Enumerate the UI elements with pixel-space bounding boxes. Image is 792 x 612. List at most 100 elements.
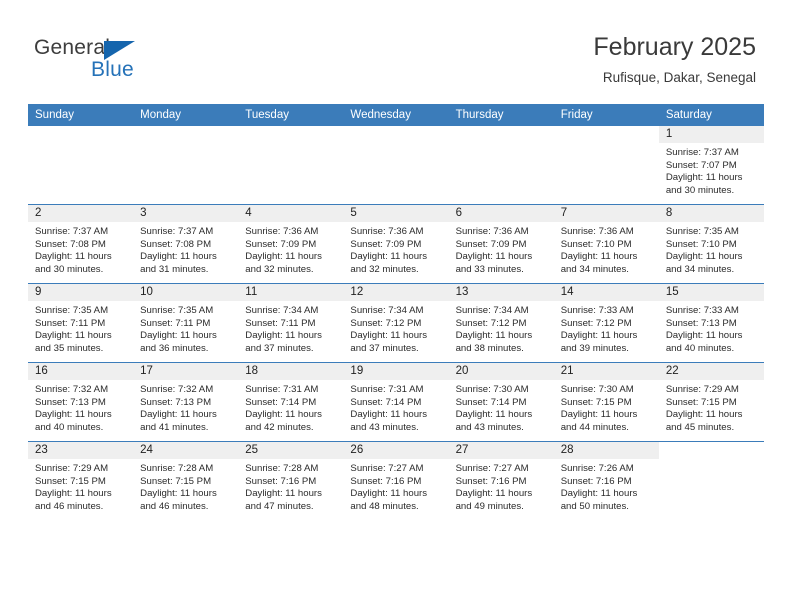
calendar-day-cell[interactable]: 12 Sunrise: 7:34 AM Sunset: 7:12 PM Dayligh…: [343, 283, 449, 363]
daylight-duration-line1: Daylight: 11 hours: [140, 409, 217, 421]
daylight-duration-line2: and 32 minutes.: [245, 263, 314, 275]
sunset-time: Sunset: 7:13 PM: [665, 317, 737, 329]
day-details: Sunrise: 7:31 AM Sunset: 7:14 PM Daylight:…: [238, 380, 343, 434]
calendar-day-cell[interactable]: 4 Sunrise: 7:36 AM Sunset: 7:09 PM Daylight…: [238, 204, 344, 284]
daylight-duration-line2: and 46 minutes.: [35, 500, 104, 512]
daylight-duration-line1: Daylight: 11 hours: [35, 251, 112, 263]
day-details: Sunrise: 7:34 AM Sunset: 7:11 PM Daylight:…: [238, 301, 343, 355]
daylight-duration-line2: and 47 minutes.: [245, 500, 314, 512]
calendar-header-row: Sunday Monday Tuesday Wednesday Thursday…: [28, 104, 764, 126]
calendar-day-cell[interactable]: 7 Sunrise: 7:36 AM Sunset: 7:10 PM Daylight…: [553, 204, 659, 284]
sunrise-time: Sunrise: 7:35 AM: [35, 305, 109, 316]
calendar-day-cell[interactable]: 9 Sunrise: 7:35 AM Sunset: 7:11 PM Daylight…: [28, 283, 134, 363]
calendar-day-cell[interactable]: 15 Sunrise: 7:33 AM Sunset: 7:13 PM Dayligh…: [658, 283, 764, 363]
day-number: 19: [343, 363, 449, 380]
sunrise-time: Sunrise: 7:35 AM: [665, 226, 739, 237]
day-number: 26: [343, 442, 449, 459]
sunrise-time: Sunrise: 7:34 AM: [245, 305, 319, 316]
calendar-day-cell[interactable]: 26 Sunrise: 7:27 AM Sunset: 7:16 PM Dayligh…: [343, 441, 449, 520]
sunset-time: Sunset: 7:14 PM: [350, 396, 422, 408]
daylight-duration-line1: Daylight: 11 hours: [350, 251, 428, 263]
calendar-day-cell[interactable]: 19 Sunrise: 7:31 AM Sunset: 7:14 PM Dayligh…: [343, 362, 449, 442]
day-details: Sunrise: 7:37 AM Sunset: 7:08 PM Daylight:…: [28, 222, 133, 276]
day-details: Sunrise: 7:28 AM Sunset: 7:16 PM Daylight:…: [238, 459, 343, 513]
daylight-duration-line1: Daylight: 11 hours: [455, 488, 533, 500]
day-details: Sunrise: 7:30 AM Sunset: 7:14 PM Daylight:…: [449, 380, 554, 434]
calendar-day-cell[interactable]: 21 Sunrise: 7:30 AM Sunset: 7:15 PM Dayligh…: [553, 362, 659, 442]
sunset-time: Sunset: 7:09 PM: [245, 238, 317, 250]
sunset-time: Sunset: 7:08 PM: [140, 238, 212, 250]
calendar-week-row: 9 Sunrise: 7:35 AM Sunset: 7:11 PM Daylight…: [28, 283, 764, 363]
day-number: [238, 126, 344, 143]
daylight-duration-line1: Daylight: 11 hours: [35, 330, 112, 342]
calendar-day-cell[interactable]: 28 Sunrise: 7:26 AM Sunset: 7:16 PM Dayligh…: [553, 441, 659, 520]
calendar-day-cell[interactable]: 11 Sunrise: 7:34 AM Sunset: 7:11 PM Dayligh…: [238, 283, 344, 363]
daylight-duration-line2: and 37 minutes.: [350, 342, 419, 354]
calendar-day-cell[interactable]: 10 Sunrise: 7:35 AM Sunset: 7:11 PM Dayligh…: [133, 283, 239, 363]
calendar-day-cell[interactable]: 17 Sunrise: 7:32 AM Sunset: 7:13 PM Dayligh…: [133, 362, 239, 442]
calendar-day-cell[interactable]: 1 Sunrise: 7:37 AM Sunset: 7:07 PM Daylight…: [658, 126, 764, 205]
sunrise-time: Sunrise: 7:35 AM: [140, 305, 214, 316]
weekday-header-friday: Friday: [553, 104, 659, 126]
general-blue-logo[interactable]: General Blue: [34, 36, 264, 92]
daylight-duration-line2: and 46 minutes.: [140, 500, 209, 512]
weekday-header-sunday: Sunday: [28, 104, 134, 126]
day-details: Sunrise: 7:27 AM Sunset: 7:16 PM Daylight:…: [449, 459, 554, 513]
sunset-time: Sunset: 7:11 PM: [245, 317, 316, 329]
calendar-day-cell[interactable]: 3 Sunrise: 7:37 AM Sunset: 7:08 PM Daylight…: [133, 204, 239, 284]
calendar-empty-cell: [658, 441, 764, 520]
day-number: 2: [28, 205, 134, 222]
sunset-time: Sunset: 7:16 PM: [455, 475, 527, 487]
calendar-day-cell[interactable]: 25 Sunrise: 7:28 AM Sunset: 7:16 PM Dayligh…: [238, 441, 344, 520]
location-subtitle: Rufisque, Dakar, Senegal: [602, 70, 756, 85]
logo-text-blue: Blue: [91, 58, 134, 81]
day-number: 10: [133, 284, 239, 301]
daylight-duration-line1: Daylight: 11 hours: [245, 409, 322, 421]
calendar-day-cell[interactable]: 6 Sunrise: 7:36 AM Sunset: 7:09 PM Daylight…: [448, 204, 554, 284]
day-number: 4: [238, 205, 344, 222]
day-details: Sunrise: 7:37 AM Sunset: 7:07 PM Daylight:…: [659, 143, 764, 197]
daylight-duration-line1: Daylight: 11 hours: [140, 330, 217, 342]
day-number: 12: [343, 284, 449, 301]
calendar-day-cell[interactable]: 27 Sunrise: 7:27 AM Sunset: 7:16 PM Dayligh…: [448, 441, 554, 520]
sunset-time: Sunset: 7:11 PM: [140, 317, 211, 329]
day-number: 27: [448, 442, 554, 459]
daylight-duration-line1: Daylight: 11 hours: [455, 409, 533, 421]
sunrise-time: Sunrise: 7:32 AM: [35, 384, 109, 395]
day-number: 25: [238, 442, 344, 459]
sunset-time: Sunset: 7:16 PM: [245, 475, 317, 487]
calendar-day-cell[interactable]: 2 Sunrise: 7:37 AM Sunset: 7:08 PM Daylight…: [28, 204, 134, 284]
calendar-day-cell[interactable]: 5 Sunrise: 7:36 AM Sunset: 7:09 PM Daylight…: [343, 204, 449, 284]
day-number: 21: [553, 363, 659, 380]
sunrise-time: Sunrise: 7:34 AM: [350, 305, 424, 316]
daylight-duration-line2: and 34 minutes.: [560, 263, 629, 275]
sunrise-time: Sunrise: 7:36 AM: [350, 226, 424, 237]
daylight-duration-line1: Daylight: 11 hours: [455, 330, 533, 342]
calendar-day-cell[interactable]: 22 Sunrise: 7:29 AM Sunset: 7:15 PM Dayligh…: [658, 362, 764, 442]
daylight-duration-line1: Daylight: 11 hours: [665, 251, 743, 263]
day-details: Sunrise: 7:36 AM Sunset: 7:09 PM Daylight:…: [449, 222, 554, 276]
daylight-duration-line2: and 49 minutes.: [455, 500, 524, 512]
day-details: Sunrise: 7:31 AM Sunset: 7:14 PM Daylight:…: [343, 380, 448, 434]
calendar-day-cell[interactable]: 16 Sunrise: 7:32 AM Sunset: 7:13 PM Dayligh…: [28, 362, 134, 442]
calendar-day-cell[interactable]: 23 Sunrise: 7:29 AM Sunset: 7:15 PM Dayligh…: [28, 441, 134, 520]
daylight-duration-line2: and 42 minutes.: [245, 421, 314, 433]
calendar-day-cell[interactable]: 8 Sunrise: 7:35 AM Sunset: 7:10 PM Daylight…: [658, 204, 764, 284]
calendar-day-cell[interactable]: 18 Sunrise: 7:31 AM Sunset: 7:14 PM Dayligh…: [238, 362, 344, 442]
sunrise-time: Sunrise: 7:36 AM: [245, 226, 319, 237]
sunrise-time: Sunrise: 7:37 AM: [35, 226, 109, 237]
daylight-duration-line2: and 48 minutes.: [350, 500, 419, 512]
sunset-time: Sunset: 7:10 PM: [665, 238, 737, 250]
calendar-day-cell[interactable]: 14 Sunrise: 7:33 AM Sunset: 7:12 PM Dayligh…: [553, 283, 659, 363]
daylight-duration-line1: Daylight: 11 hours: [455, 251, 533, 263]
calendar-day-cell[interactable]: 13 Sunrise: 7:34 AM Sunset: 7:12 PM Dayligh…: [448, 283, 554, 363]
calendar-week-row: 16 Sunrise: 7:32 AM Sunset: 7:13 PM Dayligh…: [28, 362, 764, 442]
sunset-time: Sunset: 7:12 PM: [455, 317, 527, 329]
sunrise-time: Sunrise: 7:27 AM: [350, 463, 424, 474]
daylight-duration-line2: and 31 minutes.: [140, 263, 209, 275]
daylight-duration-line2: and 44 minutes.: [560, 421, 629, 433]
calendar-day-cell[interactable]: 20 Sunrise: 7:30 AM Sunset: 7:14 PM Dayligh…: [448, 362, 554, 442]
sunrise-time: Sunrise: 7:29 AM: [35, 463, 109, 474]
sunrise-time: Sunrise: 7:31 AM: [245, 384, 319, 395]
calendar-day-cell[interactable]: 24 Sunrise: 7:28 AM Sunset: 7:15 PM Dayligh…: [133, 441, 239, 520]
